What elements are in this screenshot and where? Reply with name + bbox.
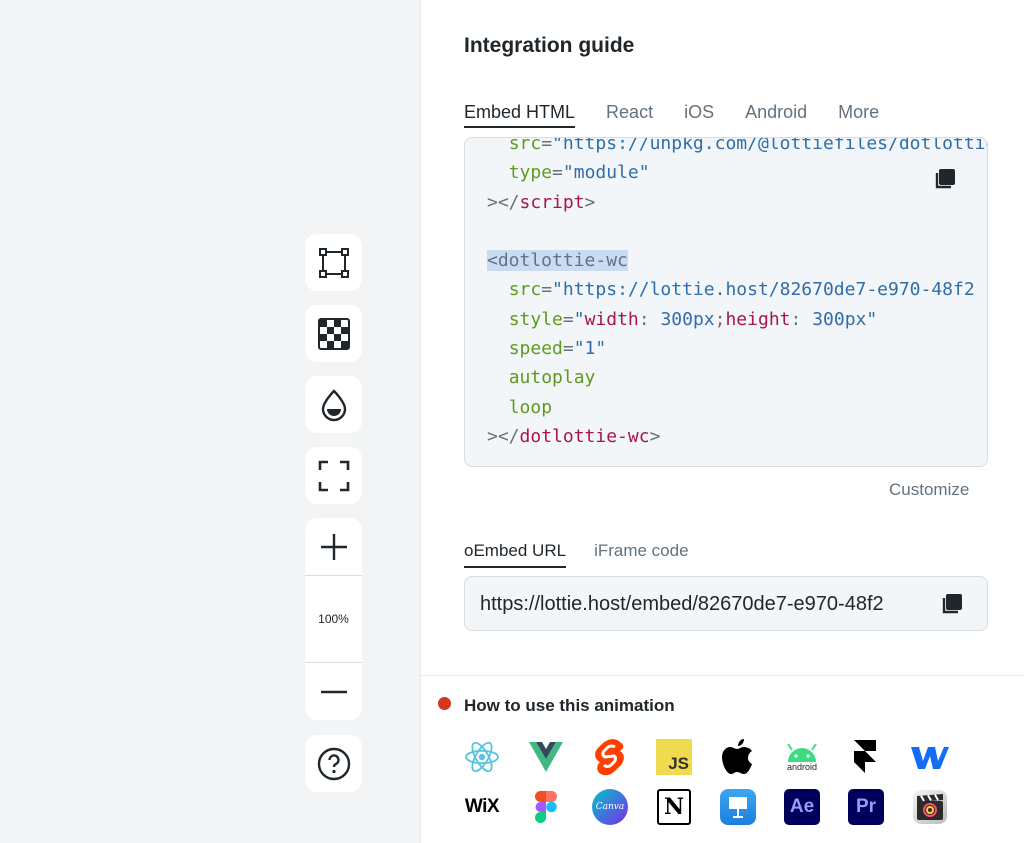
bounding-box-button[interactable] xyxy=(305,234,362,291)
code-line: style="width: 300px;height: 300px" xyxy=(487,305,987,334)
plus-icon xyxy=(320,533,347,560)
code-block: src="https://unpkg.com/@lottiefiles/dotl… xyxy=(487,137,988,451)
code-token: "module" xyxy=(562,162,650,184)
tab-oembed-url[interactable]: oEmbed URL xyxy=(464,540,567,568)
code-token: = xyxy=(541,279,553,301)
transparency-grid-icon xyxy=(317,317,350,350)
help-icon xyxy=(317,747,350,780)
code-token: = xyxy=(552,162,563,184)
fullscreen-icon xyxy=(318,460,349,491)
figma-icon[interactable] xyxy=(526,787,566,827)
canva-icon[interactable]: Canva xyxy=(590,787,630,827)
code-token: ></ xyxy=(487,425,520,447)
tab-embed-html[interactable]: Embed HTML xyxy=(464,100,576,128)
integration-tabs: Embed HTML React iOS Android More xyxy=(464,100,910,128)
code-token: 300px xyxy=(660,308,715,330)
code-token: > xyxy=(584,191,596,213)
zoom-in-button[interactable] xyxy=(305,518,362,575)
code-token: width xyxy=(584,308,639,330)
minus-icon xyxy=(320,690,347,693)
code-token: autoplay xyxy=(508,367,596,389)
android-icon[interactable]: android xyxy=(782,737,822,777)
code-line: ></dotlottie-wc> xyxy=(487,422,987,451)
integration-panel: Integration guide Embed HTML React iOS A… xyxy=(420,0,1024,843)
keynote-icon[interactable] xyxy=(718,787,758,827)
code-token: ; xyxy=(714,308,726,330)
code-line: speed="1" xyxy=(487,334,987,363)
code-token: = xyxy=(562,338,574,360)
zoom-out-button[interactable] xyxy=(305,663,362,720)
after-effects-icon[interactable]: Ae xyxy=(782,787,822,827)
copy-code-button[interactable] xyxy=(932,166,958,192)
code-token: height xyxy=(725,308,791,330)
help-button[interactable] xyxy=(305,735,362,792)
embed-tabs: oEmbed URL iFrame code xyxy=(464,540,717,568)
panel-title: Integration guide xyxy=(464,34,635,57)
code-token: " xyxy=(573,308,585,330)
final-cut-pro-icon[interactable] xyxy=(910,787,950,827)
react-icon[interactable] xyxy=(462,737,502,777)
embed-url-field[interactable]: https://lottie.host/embed/82670de7-e970-… xyxy=(464,576,988,631)
code-line: <dotlottie-wc xyxy=(487,246,987,275)
wix-icon[interactable]: WiX xyxy=(462,787,502,827)
tab-iframe-code[interactable]: iFrame code xyxy=(594,540,688,568)
code-token: = xyxy=(541,137,553,154)
bounding-box-icon xyxy=(318,247,349,278)
code-token: src xyxy=(508,279,542,301)
code-token: <dotlottie-wc xyxy=(487,250,628,272)
tab-ios[interactable]: iOS xyxy=(684,100,714,128)
code-token: "1" xyxy=(573,338,607,360)
code-token: "https://lottie.host/82670de7-e970-48f2 xyxy=(552,279,975,301)
code-token: ></ xyxy=(487,191,520,213)
code-line: type="module" xyxy=(487,158,987,187)
javascript-icon[interactable]: JS xyxy=(654,737,694,777)
code-token: = xyxy=(562,308,574,330)
status-dot xyxy=(438,697,451,710)
code-token: 300px" xyxy=(812,308,878,330)
zoom-controls: 100% xyxy=(305,518,362,720)
code-line: src="https://unpkg.com/@lottiefiles/dotl… xyxy=(487,137,988,158)
code-token: : xyxy=(638,308,661,330)
apple-icon[interactable] xyxy=(718,737,758,777)
notion-icon[interactable]: N xyxy=(654,787,694,827)
code-line: src="https://lottie.host/82670de7-e970-4… xyxy=(487,275,987,304)
background-color-button[interactable] xyxy=(305,376,362,433)
tab-more[interactable]: More xyxy=(838,100,879,128)
svelte-icon[interactable] xyxy=(590,737,630,777)
code-token: type xyxy=(508,162,553,184)
code-token: loop xyxy=(508,396,553,418)
webflow-icon[interactable] xyxy=(910,737,950,777)
code-token: > xyxy=(649,425,661,447)
code-line: autoplay xyxy=(487,363,987,392)
copy-icon xyxy=(942,594,962,614)
divider xyxy=(421,675,1024,676)
transparency-grid-button[interactable] xyxy=(305,305,362,362)
code-token: : xyxy=(790,308,813,330)
background-color-icon xyxy=(321,388,346,421)
code-token: "https://unpkg.com/@lottiefiles/dotlotti… xyxy=(552,137,988,154)
zoom-level: 100% xyxy=(318,612,349,626)
code-token: style xyxy=(508,308,563,330)
howto-title: How to use this animation xyxy=(464,696,675,715)
code-token: src xyxy=(508,137,542,154)
framer-icon[interactable] xyxy=(846,737,886,777)
code-token: speed xyxy=(508,338,563,360)
code-snippet[interactable]: src="https://unpkg.com/@lottiefiles/dotl… xyxy=(464,137,988,467)
copy-url-button[interactable] xyxy=(939,591,965,617)
customize-link[interactable]: Customize xyxy=(889,480,969,500)
code-line: loop xyxy=(487,393,987,422)
code-token: dotlottie-wc xyxy=(519,425,650,447)
vue-icon[interactable] xyxy=(526,737,566,777)
tab-android[interactable]: Android xyxy=(745,100,807,128)
tab-react[interactable]: React xyxy=(606,100,653,128)
copy-icon xyxy=(935,169,955,189)
fullscreen-button[interactable] xyxy=(305,447,362,504)
code-token: script xyxy=(519,191,585,213)
code-line: ></script> xyxy=(487,188,987,217)
premiere-pro-icon[interactable]: Pr xyxy=(846,787,886,827)
embed-url-text[interactable]: https://lottie.host/embed/82670de7-e970-… xyxy=(480,593,890,616)
